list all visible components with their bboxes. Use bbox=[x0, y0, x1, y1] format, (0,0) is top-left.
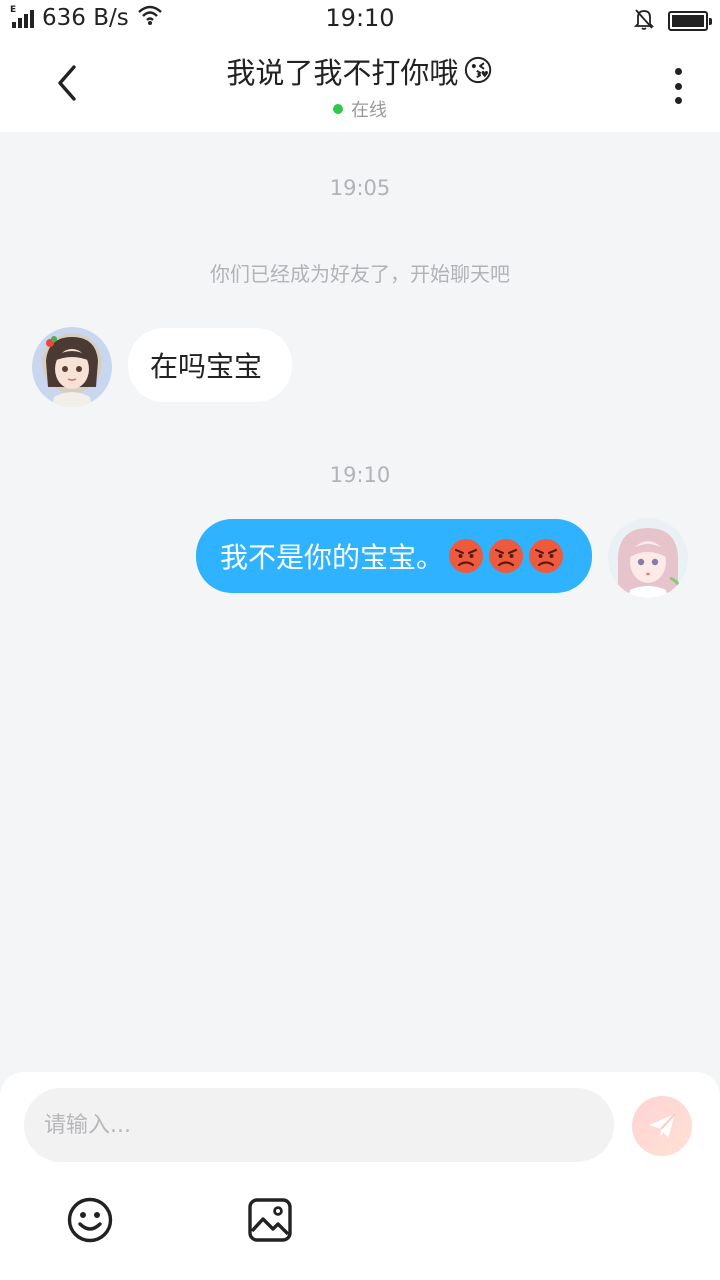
image-button[interactable] bbox=[246, 1196, 294, 1244]
timestamp: 19:10 bbox=[329, 463, 391, 487]
chevron-left-icon bbox=[58, 65, 76, 101]
status-right bbox=[633, 8, 712, 34]
online-status: 在线 bbox=[120, 96, 600, 122]
angry-face-icon bbox=[529, 539, 563, 573]
input-panel bbox=[0, 1072, 720, 1280]
battery-icon bbox=[668, 11, 712, 31]
system-message: 你们已经成为好友了，开始聊天吧 bbox=[210, 262, 510, 286]
incoming-message-bubble[interactable]: 在吗宝宝 bbox=[128, 328, 293, 402]
back-button[interactable] bbox=[42, 58, 92, 108]
send-button[interactable] bbox=[632, 1096, 692, 1156]
outgoing-message-bubble[interactable]: 我不是你的宝宝。 bbox=[195, 519, 592, 593]
contact-name: 我说了我不打你哦 bbox=[226, 56, 459, 90]
mute-bell-icon bbox=[633, 8, 655, 34]
status-time: 19:10 bbox=[325, 4, 395, 32]
more-vertical-icon bbox=[674, 68, 682, 75]
online-status-text: 在线 bbox=[351, 100, 387, 121]
emoji-button[interactable] bbox=[66, 1196, 114, 1244]
chat-header: 我说了我不打你哦 😘 在线 bbox=[0, 40, 720, 132]
timestamp: 19:05 bbox=[329, 176, 391, 200]
status-bar: E 636 B/s 19:10 bbox=[0, 0, 720, 40]
incoming-message-text: 在吗宝宝 bbox=[150, 350, 263, 383]
kiss-emoji-icon: 😘 bbox=[462, 53, 494, 89]
angry-face-icon bbox=[449, 539, 483, 573]
page-title: 我说了我不打你哦 😘 bbox=[226, 50, 493, 92]
message-list[interactable]: 19:05 你们已经成为好友了，开始聊天吧 在吗宝宝 19:10 我不是你的宝宝… bbox=[0, 132, 720, 1072]
message-input[interactable] bbox=[24, 1088, 614, 1162]
outgoing-message-text: 我不是你的宝宝。 bbox=[219, 541, 444, 574]
header-title-block: 我说了我不打你哦 😘 在线 bbox=[120, 50, 600, 122]
more-options-button[interactable] bbox=[662, 64, 694, 108]
image-icon bbox=[248, 1198, 292, 1242]
my-avatar[interactable] bbox=[608, 518, 688, 598]
online-dot-icon bbox=[333, 104, 343, 114]
contact-avatar[interactable] bbox=[32, 327, 112, 407]
chat-screen: E 636 B/s 19:10 我说了我不打你哦 😘 在线 19:05 你们已经… bbox=[0, 0, 720, 1280]
paper-plane-icon bbox=[649, 1113, 676, 1138]
angry-face-icon bbox=[489, 539, 523, 573]
smiley-icon bbox=[67, 1197, 113, 1243]
